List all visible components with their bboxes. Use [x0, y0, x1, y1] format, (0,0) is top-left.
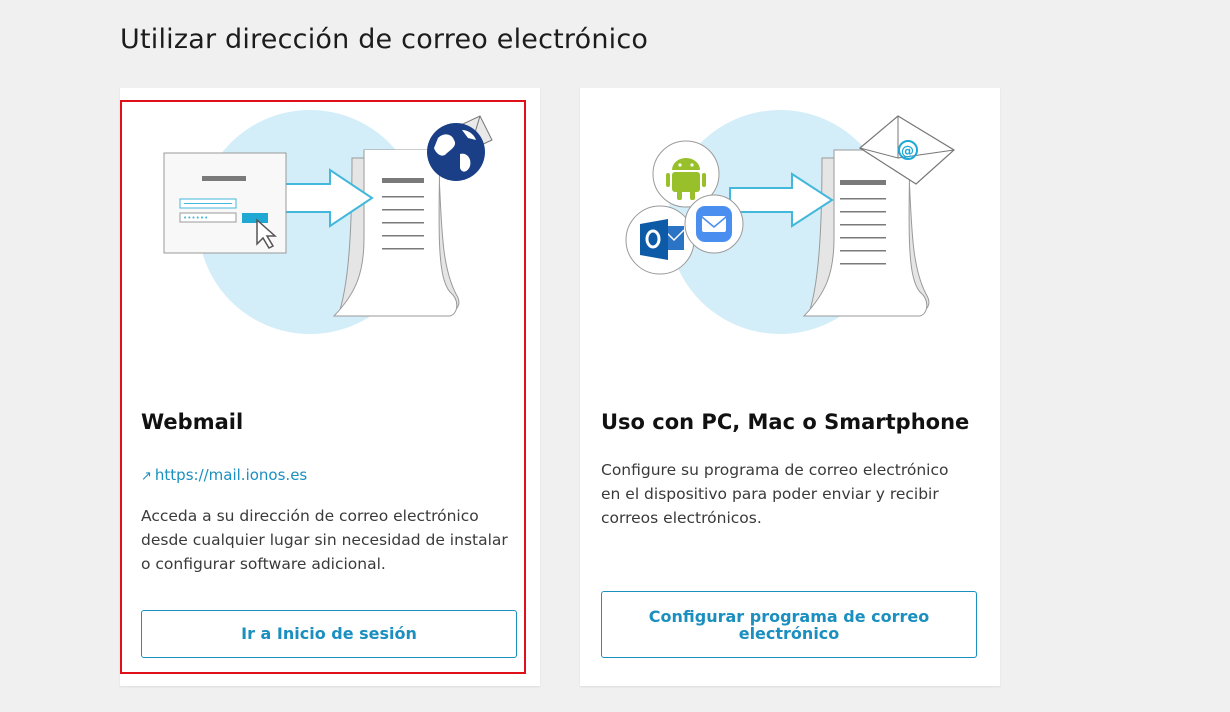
webmail-title: Webmail — [141, 410, 244, 434]
email-client-card: @ Uso con PC, Mac o Smartphone Configure… — [580, 88, 1000, 686]
webmail-card: •••••• Webmail ↗ https://mail.ionos.es Ac… — [120, 88, 540, 686]
svg-text:@: @ — [901, 144, 914, 159]
outlook-icon — [625, 205, 695, 275]
login-button[interactable]: Ir a Inicio de sesión — [141, 610, 517, 658]
page-title: Utilizar dirección de correo electrónico — [120, 24, 649, 55]
external-link-icon: ↗ — [141, 469, 152, 484]
webmail-description: Acceda a su dirección de correo electrón… — [141, 507, 508, 573]
webmail-illustration: •••••• — [163, 110, 493, 334]
email-client-illustration: @ — [625, 110, 956, 334]
configure-client-button[interactable]: Configurar programa de correo electrónic… — [601, 591, 977, 658]
email-client-description: Configure su programa de correo electrón… — [601, 461, 949, 527]
webmail-link[interactable]: ↗ https://mail.ionos.es — [141, 466, 307, 484]
email-client-title: Uso con PC, Mac o Smartphone — [601, 410, 970, 434]
webmail-link-text: https://mail.ionos.es — [154, 466, 308, 484]
apple-mail-icon — [684, 194, 744, 254]
svg-text:••••••: •••••• — [183, 214, 208, 222]
globe-icon — [427, 123, 485, 181]
